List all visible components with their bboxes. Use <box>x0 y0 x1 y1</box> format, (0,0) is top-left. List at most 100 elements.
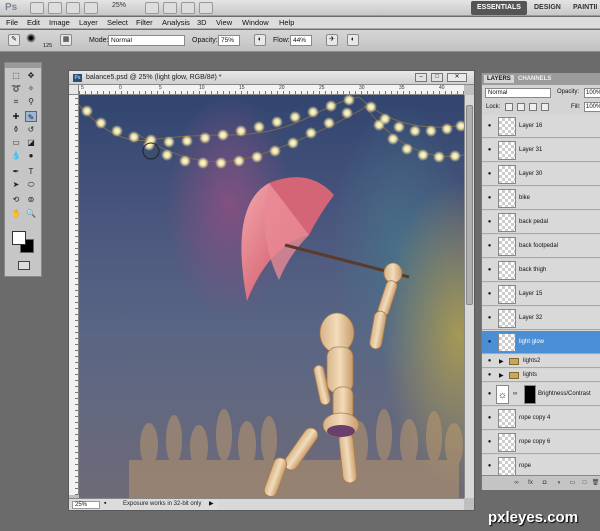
maximize-button[interactable]: □ <box>431 73 443 82</box>
eye-icon[interactable]: ● <box>485 267 494 274</box>
vertical-ruler[interactable] <box>69 95 79 495</box>
blur-tool-icon[interactable]: 💧 <box>10 150 22 161</box>
expand-group-icon[interactable]: ▶ <box>499 358 504 365</box>
vertical-scrollbar[interactable] <box>464 95 474 498</box>
clone-stamp-tool-icon[interactable]: ⚱ <box>10 124 22 135</box>
layer-row[interactable]: ● back pedal <box>482 211 600 234</box>
menu-view[interactable]: View <box>216 18 232 27</box>
menu-3d[interactable]: 3D <box>197 18 207 27</box>
paint-bucket-tool-icon[interactable]: ◪ <box>25 137 37 148</box>
hand-tool-icon[interactable]: ✋ <box>10 208 22 219</box>
expand-group-icon[interactable]: ▶ <box>499 372 504 379</box>
eye-icon[interactable]: ● <box>485 315 494 322</box>
flow-input[interactable]: 44% <box>290 35 312 46</box>
airbrush-icon[interactable]: ✈ <box>326 34 338 46</box>
hand-tool-icon[interactable] <box>145 2 159 14</box>
new-adjustment-icon[interactable]: ◑ <box>554 479 563 487</box>
eyedropper-tool-icon[interactable]: ⚲ <box>25 96 37 107</box>
eye-icon[interactable]: ● <box>485 415 494 422</box>
layer-row[interactable]: ● Layer 16 <box>482 115 600 138</box>
menu-filter[interactable]: Filter <box>136 18 153 27</box>
lasso-tool-icon[interactable]: ➰ <box>10 83 22 94</box>
adjustment-layer-row[interactable]: ● ☼ ∞ Brightness/Contrast <box>482 383 600 406</box>
eye-icon[interactable]: ● <box>485 219 494 226</box>
eye-icon[interactable]: ● <box>485 147 494 154</box>
tab-channels[interactable]: CHANNELS <box>515 75 554 83</box>
layer-row[interactable]: ● Layer 32 <box>482 307 600 330</box>
layer-row[interactable]: ● Layer 30 <box>482 163 600 186</box>
3d-rotate-tool-icon[interactable]: ⟲ <box>10 194 22 205</box>
layer-row[interactable]: ● bike <box>482 187 600 210</box>
eye-icon[interactable]: ● <box>485 195 494 202</box>
opacity-input[interactable]: 75% <box>218 35 240 46</box>
tab-layers[interactable]: LAYERS <box>484 75 514 83</box>
layer-row[interactable]: ● back thigh <box>482 259 600 282</box>
arrange-documents-icon[interactable] <box>181 2 195 14</box>
minimize-button[interactable]: – <box>415 73 427 82</box>
link-layers-icon[interactable]: ∞ <box>512 479 521 487</box>
document-title-bar[interactable]: Ps balance5.psd @ 25% (light glow, RGB/8… <box>69 71 474 85</box>
zoom-tool-icon[interactable] <box>84 2 98 14</box>
group-row[interactable]: ● ▶ lights <box>482 369 600 382</box>
quick-selection-tool-icon[interactable]: ✧ <box>25 83 37 94</box>
new-group-icon[interactable]: ▭ <box>568 479 577 487</box>
tablet-pressure-opacity-icon[interactable]: ◐ <box>254 34 266 46</box>
pen-tool-icon[interactable]: ✒ <box>10 166 22 177</box>
layer-row[interactable]: ● Layer 31 <box>482 139 600 162</box>
history-brush-tool-icon[interactable]: ↺ <box>25 124 37 135</box>
vertical-scroll-thumb[interactable] <box>466 105 473 305</box>
view-extras-icon[interactable] <box>66 2 80 14</box>
status-info-icon[interactable]: ▪ <box>104 500 106 507</box>
lock-pixels-icon[interactable] <box>517 103 525 111</box>
eye-icon[interactable]: ● <box>485 243 494 250</box>
eye-icon[interactable]: ● <box>485 463 494 470</box>
add-mask-icon[interactable]: ◘ <box>540 479 549 487</box>
mini-bridge-icon[interactable] <box>48 2 62 14</box>
lock-transparency-icon[interactable] <box>505 103 513 111</box>
dodge-tool-icon[interactable]: ● <box>25 150 37 161</box>
shape-tool-icon[interactable]: ⬭ <box>25 179 37 190</box>
fill-input[interactable]: 100% <box>584 102 600 112</box>
crop-tool-icon[interactable]: ⌗ <box>10 96 22 107</box>
eye-icon[interactable]: ● <box>485 391 494 398</box>
status-menu-arrow-icon[interactable]: ▶ <box>209 500 214 507</box>
menu-file[interactable]: File <box>6 18 18 27</box>
zoom-level-dropdown[interactable]: 25% <box>112 2 126 9</box>
layer-row[interactable]: ● rope <box>482 455 600 475</box>
layer-opacity-input[interactable]: 100% <box>584 88 600 98</box>
quick-mask-icon[interactable] <box>18 261 30 270</box>
menu-edit[interactable]: Edit <box>27 18 40 27</box>
mode-select[interactable]: Normal <box>108 35 185 46</box>
workspace-painting[interactable]: PAINTII <box>567 1 600 15</box>
trash-icon[interactable]: 🗑 <box>591 479 600 487</box>
close-button[interactable]: ✕ <box>447 73 467 82</box>
group-row[interactable]: ● ▶ lights2 <box>482 355 600 368</box>
horizontal-ruler[interactable]: 5 0 5 10 15 20 25 30 35 40 <box>79 85 464 95</box>
workspace-design[interactable]: DESIGN <box>528 1 567 15</box>
eye-icon[interactable]: ● <box>485 439 494 446</box>
layer-row[interactable]: ● back footpedal <box>482 235 600 258</box>
brush-tool-active-icon[interactable]: ✎ <box>25 111 37 122</box>
healing-brush-tool-icon[interactable]: ✚ <box>10 111 22 122</box>
menu-help[interactable]: Help <box>279 18 294 27</box>
workspace-essentials[interactable]: ESSENTIALS <box>471 1 527 15</box>
new-layer-icon[interactable]: □ <box>580 479 589 487</box>
eye-icon[interactable]: ● <box>485 339 494 346</box>
chain-link-icon[interactable]: ∞ <box>513 391 517 397</box>
3d-orbit-tool-icon[interactable]: ⊚ <box>25 194 37 205</box>
menu-layer[interactable]: Layer <box>79 18 98 27</box>
rotate-view-icon[interactable] <box>163 2 177 14</box>
layer-row[interactable]: ● Layer 15 <box>482 283 600 306</box>
layer-row[interactable]: ● rope copy 4 <box>482 407 600 430</box>
eye-icon[interactable]: ● <box>485 358 494 365</box>
marquee-tool-icon[interactable]: ⬚ <box>10 70 22 81</box>
menu-analysis[interactable]: Analysis <box>162 18 190 27</box>
eye-icon[interactable]: ● <box>485 171 494 178</box>
layer-style-icon[interactable]: fx <box>526 479 535 487</box>
menu-select[interactable]: Select <box>107 18 128 27</box>
eye-icon[interactable]: ● <box>485 291 494 298</box>
foreground-color-swatch[interactable] <box>12 231 26 245</box>
eye-icon[interactable]: ● <box>485 123 494 130</box>
layer-row[interactable]: ● rope copy 6 <box>482 431 600 454</box>
tools-panel-header[interactable] <box>5 63 41 68</box>
